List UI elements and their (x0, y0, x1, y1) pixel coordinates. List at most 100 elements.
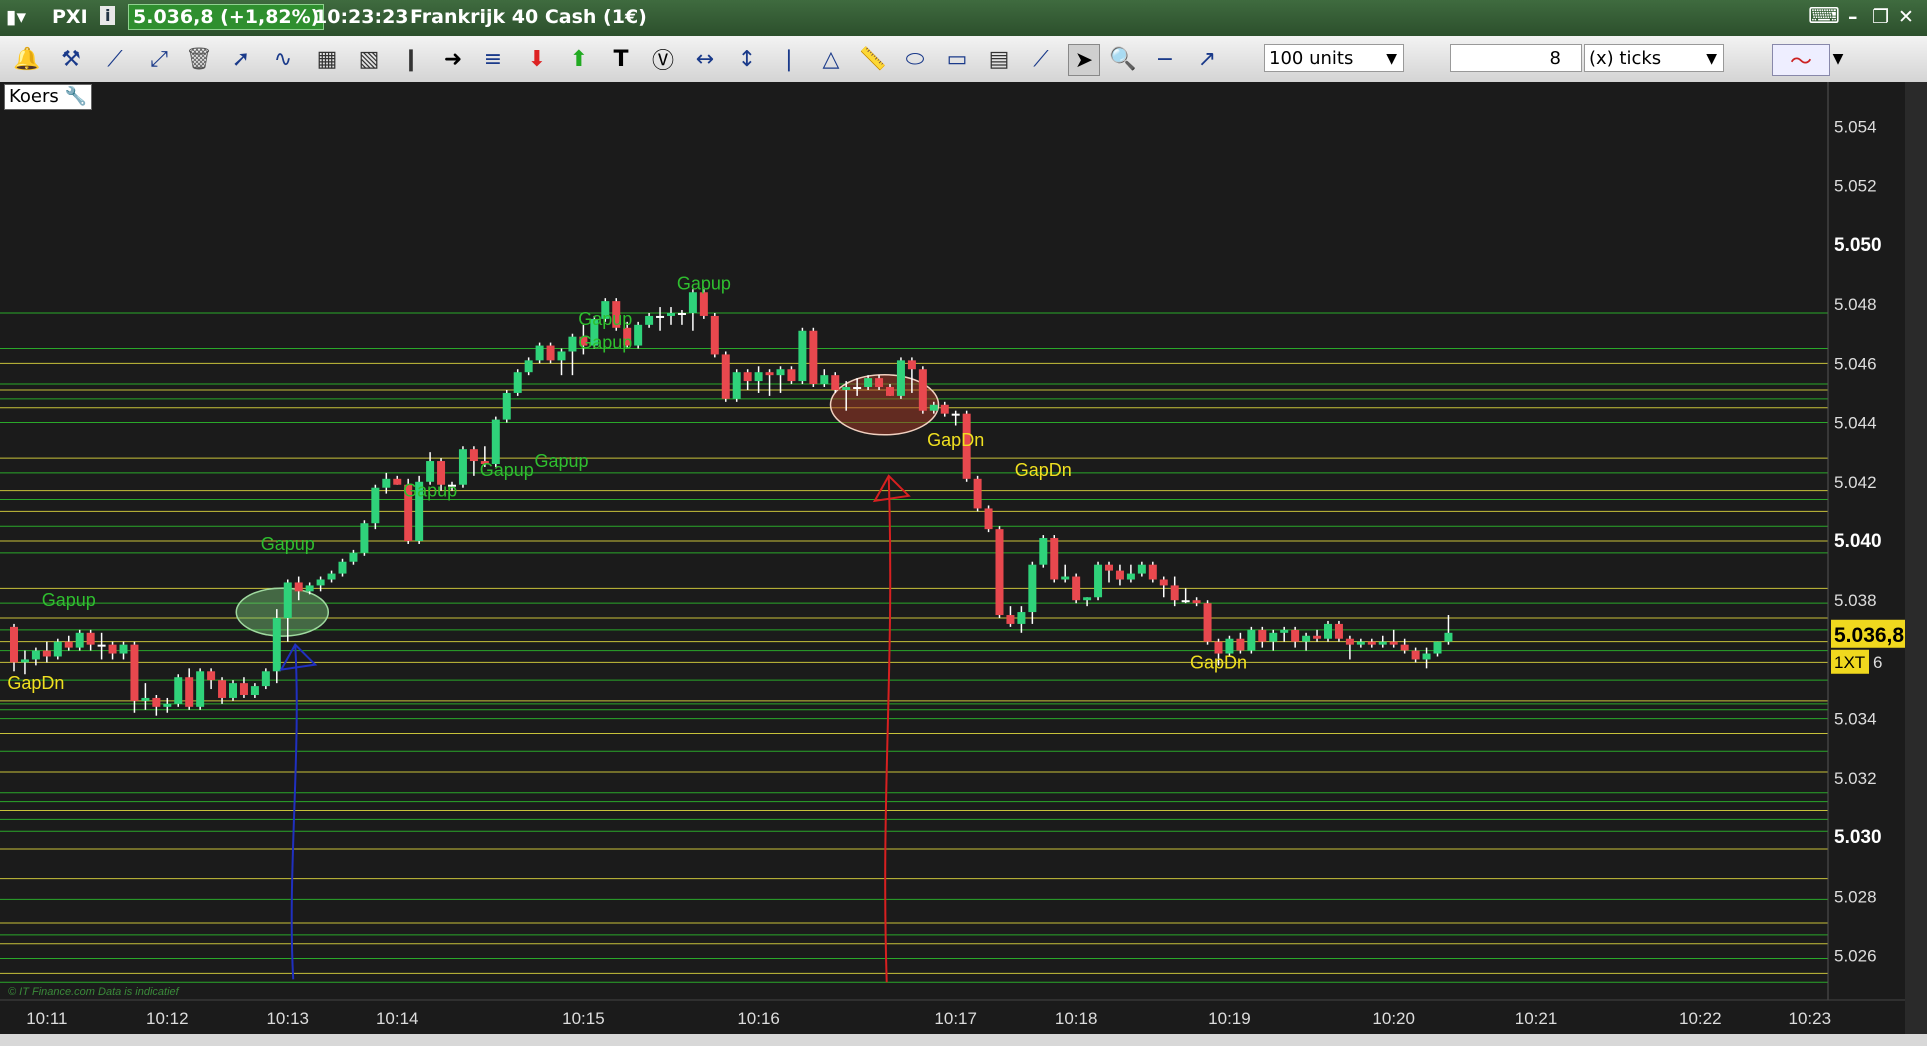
indicator-chart-icon[interactable]: 〜 (1772, 44, 1830, 76)
title-bar: ▮▾ PXI i 5.036,8 (+1,82%) 10:23:23 Frank… (0, 0, 1927, 36)
candle-body-15 (174, 677, 183, 704)
text-bubble-icon[interactable]: Ⓥ (648, 44, 678, 74)
horizontal-measure-icon[interactable]: ↔ (690, 44, 720, 74)
candle-body-57 (634, 324, 643, 346)
candle-body-106 (1170, 585, 1179, 601)
trash-icon[interactable]: 🗑 (184, 44, 214, 74)
units-select[interactable]: 100 units ▼ (1264, 44, 1404, 72)
expand-lines-icon[interactable]: ⤢ (144, 44, 174, 74)
candle-body-45 (502, 392, 511, 420)
candle-body-71 (787, 369, 796, 382)
candle-body-98 (1083, 597, 1092, 601)
candle-body-60 (667, 312, 675, 316)
candle-body-115 (1269, 632, 1278, 642)
candle-body-93 (1028, 564, 1037, 613)
arrow-down-icon[interactable]: ⬇ (522, 44, 552, 74)
annotation-label-11: GapDn (1190, 652, 1247, 672)
parallel-lines-icon[interactable]: ⟋ (1026, 44, 1056, 74)
gann-grid-icon[interactable]: ▦ (312, 44, 342, 74)
restore-icon[interactable]: ❐ (1872, 6, 1889, 28)
ticks-unit-select[interactable]: (x) ticks ▼ (1584, 44, 1724, 72)
vertical-bars-icon[interactable]: ❙ (396, 44, 426, 74)
candle-body-13 (152, 697, 161, 707)
ruler-icon[interactable]: 📏 (858, 44, 888, 74)
fan-lines-icon[interactable]: ⟋ (100, 44, 130, 74)
candle-body-41 (458, 449, 467, 485)
candle-body-75 (831, 375, 840, 390)
horizontal-ray-icon[interactable]: − (1150, 44, 1180, 74)
ray-icon[interactable]: ↗ (1192, 44, 1222, 74)
ticks-stepper[interactable]: 8 (1450, 44, 1582, 72)
wrench-icon: 🔧 (64, 86, 87, 107)
candle-body-120 (1324, 623, 1332, 639)
chevron-down-icon[interactable]: ▼ (1830, 44, 1846, 74)
price-axis: 5.054 5.052 5.050 5.048 5.046 5.044 5.042 5.040… (1834, 117, 1882, 965)
zoom-icon[interactable]: 🔍 (1108, 44, 1138, 74)
annotation-label-1: GapDn (7, 673, 64, 693)
candle-body-109 (1203, 603, 1212, 642)
vertical-measure-icon[interactable]: ↕ (732, 44, 762, 74)
candle-body-94 (1039, 538, 1048, 565)
candle-body-81 (896, 360, 905, 396)
arrow-up-icon[interactable]: ⬆ (564, 44, 594, 74)
chart-type-icon[interactable]: ▮▾ (6, 6, 26, 28)
time-label: 10:23:23 (314, 6, 409, 28)
y-tick-label-2: 5.050 (1834, 235, 1882, 256)
candle-body-14 (163, 703, 172, 707)
y-tick-label-0: 5.054 (1834, 117, 1877, 136)
arrow-right-icon[interactable]: ➜ (438, 44, 468, 74)
info-icon[interactable]: i (100, 6, 116, 25)
grid-icon[interactable]: ▧ (354, 44, 384, 74)
y-tick-label-7: 5.040 (1834, 531, 1882, 552)
close-icon[interactable]: ✕ (1898, 6, 1914, 28)
price-chart[interactable]: GapupGapDnGapupGapupGapup GapupGapupGapup… (0, 82, 1905, 1034)
text-icon[interactable]: T (606, 44, 636, 74)
annotation-label-6: Gapup (578, 333, 632, 353)
panel-label[interactable]: Koers 🔧 (4, 84, 92, 110)
keyboard-icon[interactable]: ⌨ (1808, 4, 1840, 29)
pointer-icon[interactable]: ➤ (1068, 44, 1100, 76)
annotation-label-7: Gapup (578, 309, 632, 329)
candle-body-102 (1126, 573, 1135, 580)
candle-body-18 (207, 671, 216, 681)
horizontal-lines-icon[interactable]: ≡ (478, 44, 508, 74)
tools-icon[interactable]: ⚒ (56, 44, 86, 74)
candle-body-12 (141, 697, 150, 701)
candle-body-3 (42, 650, 51, 657)
candle-body-49 (546, 345, 555, 361)
candle-body-89 (984, 508, 993, 530)
vertical-line-icon[interactable]: ❘ (774, 44, 804, 74)
candle-body-29 (327, 573, 336, 580)
annotation-label-9: GapDn (927, 430, 984, 450)
line-chart-icon[interactable]: ∿ (268, 44, 298, 74)
candle-body-77 (853, 387, 862, 390)
triangle-icon[interactable]: △ (816, 44, 846, 74)
candle-body-117 (1291, 629, 1300, 642)
rectangle-icon[interactable]: ▭ (942, 44, 972, 74)
candle-body-108 (1192, 600, 1201, 604)
y-tick-label-4: 5.046 (1834, 354, 1877, 373)
candle-body-129 (1422, 653, 1431, 660)
trendline-icon[interactable]: ➚ (226, 44, 256, 74)
candle-body-92 (1017, 612, 1026, 624)
candle-body-44 (491, 419, 500, 465)
candle-body-68 (754, 372, 763, 382)
x-tick-label-0: 10:11 (26, 1009, 67, 1028)
y-tick-label-8: 5.038 (1834, 591, 1877, 610)
fibonacci-icon[interactable]: ▤ (984, 44, 1014, 74)
candle-body-20 (229, 683, 237, 698)
minimize-icon[interactable]: – (1848, 6, 1858, 28)
candle-body-118 (1302, 635, 1311, 642)
candle-body-9 (108, 644, 117, 654)
candle-body-4 (53, 641, 62, 657)
copyright-text: © IT Finance.com Data is indicatief (8, 986, 180, 998)
candle-body-67 (743, 372, 752, 382)
alarm-bell-icon[interactable]: 🔔 (12, 44, 42, 74)
x-tick-label-6: 10:17 (934, 1009, 977, 1028)
candle-body-72 (798, 330, 807, 382)
panel-label-text: Koers (9, 86, 59, 107)
ellipse-icon[interactable]: ⬭ (900, 44, 930, 74)
candle-body-86 (951, 413, 960, 416)
candle-body-130 (1433, 641, 1442, 654)
candle-body-78 (864, 378, 873, 388)
